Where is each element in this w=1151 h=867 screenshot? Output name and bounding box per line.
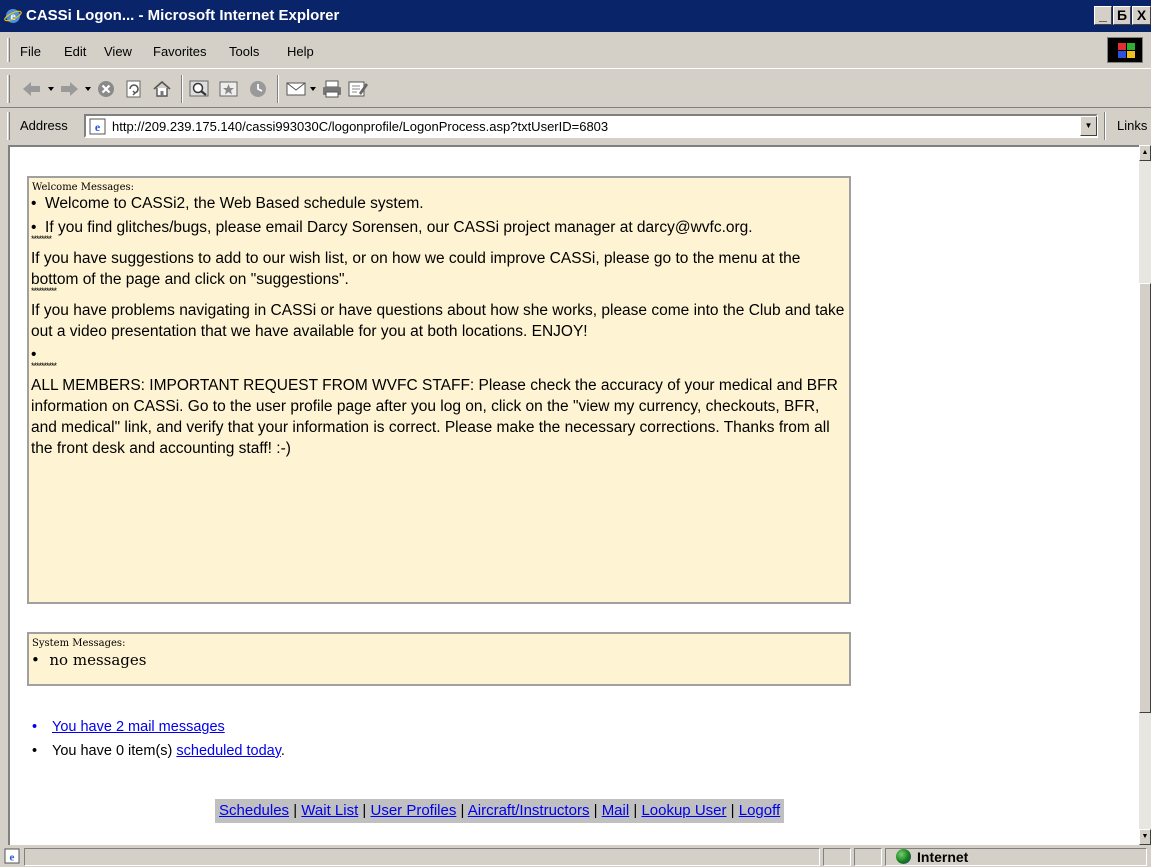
status-panel bbox=[823, 848, 851, 866]
page-icon: e bbox=[89, 118, 106, 135]
window-title: CASSi Logon... - Microsoft Internet Expl… bbox=[26, 7, 340, 24]
welcome-messages-box: Welcome Messages: • Welcome to CASSi2, t… bbox=[27, 176, 851, 604]
bullet-icon: • bbox=[32, 719, 38, 735]
status-panel bbox=[854, 848, 882, 866]
page-content: Welcome Messages: • Welcome to CASSi2, t… bbox=[8, 145, 1139, 845]
bullet-icon: • bbox=[31, 651, 50, 669]
refresh-icon bbox=[126, 80, 141, 98]
home-icon bbox=[153, 80, 171, 97]
favorites-icon bbox=[219, 81, 238, 97]
minimize-button[interactable]: _ bbox=[1094, 6, 1112, 25]
links-separator bbox=[1104, 112, 1106, 140]
welcome-messages-title: Welcome Messages: bbox=[32, 182, 134, 193]
forward-button[interactable] bbox=[58, 77, 94, 101]
svg-text:e: e bbox=[95, 120, 101, 134]
page-status-icon: e bbox=[4, 848, 20, 864]
security-zone: Internet bbox=[896, 849, 968, 865]
svg-text:e: e bbox=[10, 852, 15, 864]
welcome-line: • Welcome to CASSi2, the Web Based sched… bbox=[31, 195, 424, 212]
menu-favorites[interactable]: Favorites bbox=[153, 44, 206, 59]
welcome-line: • If you find glitches/bugs, please emai… bbox=[31, 219, 753, 236]
scrollbar-thumb[interactable] bbox=[1139, 283, 1151, 713]
list-item: • You have 0 item(s) scheduled today. bbox=[32, 739, 285, 763]
home-button[interactable] bbox=[152, 77, 172, 101]
chevron-down-icon: ▼ bbox=[1084, 121, 1093, 130]
nav-wait-list-link[interactable]: Wait List bbox=[301, 802, 358, 819]
nav-lookup-user-link[interactable]: Lookup User bbox=[641, 802, 726, 819]
title-bar: e CASSi Logon... - Microsoft Internet Ex… bbox=[0, 0, 1151, 32]
menu-bar: File Edit View Favorites Tools Help bbox=[0, 34, 1151, 66]
help-paragraph: If you have problems navigating in CASSi… bbox=[31, 302, 845, 340]
refresh-button[interactable] bbox=[124, 77, 144, 101]
links-button[interactable]: Links bbox=[1117, 118, 1147, 133]
edit-button[interactable] bbox=[347, 77, 369, 101]
address-url: http://209.239.175.140/cassi993030C/logo… bbox=[112, 119, 609, 134]
separator-stars: ********** bbox=[31, 361, 57, 371]
menu-edit[interactable]: Edit bbox=[64, 44, 86, 59]
nav-schedules-link[interactable]: Schedules bbox=[219, 802, 289, 819]
suggestions-paragraph: If you have suggestions to add to our wi… bbox=[31, 250, 801, 288]
arrow-up-icon: ▲ bbox=[1141, 149, 1149, 156]
system-message-line: • no messages bbox=[31, 651, 147, 669]
history-icon bbox=[250, 81, 266, 97]
address-field[interactable]: e http://209.239.175.140/cassi993030C/lo… bbox=[84, 114, 1098, 138]
menu-help[interactable]: Help bbox=[287, 44, 314, 59]
back-icon bbox=[23, 82, 54, 96]
back-button[interactable] bbox=[20, 77, 56, 101]
close-button[interactable]: X bbox=[1132, 6, 1151, 25]
edit-icon bbox=[348, 81, 368, 97]
staff-request-paragraph: ALL MEMBERS: IMPORTANT REQUEST FROM WVFC… bbox=[31, 377, 838, 457]
toolbar-grip bbox=[7, 75, 10, 103]
menu-view[interactable]: View bbox=[104, 44, 132, 59]
mail-messages-link[interactable]: You have 2 mail messages bbox=[52, 719, 225, 735]
stop-button[interactable] bbox=[96, 77, 116, 101]
bullet-icon: • bbox=[32, 743, 38, 759]
toolbar-separator bbox=[277, 75, 279, 103]
scheduled-today-link[interactable]: scheduled today bbox=[176, 743, 281, 759]
forward-icon bbox=[61, 82, 91, 96]
maximize-button[interactable]: Б bbox=[1113, 6, 1131, 25]
vertical-scrollbar[interactable]: ▲ ▼ bbox=[1139, 145, 1151, 845]
nav-mail-link[interactable]: Mail bbox=[602, 802, 630, 819]
mail-button[interactable] bbox=[285, 77, 319, 101]
bullet-icon: • bbox=[31, 195, 46, 212]
toolbar-separator bbox=[181, 75, 183, 103]
globe-icon bbox=[896, 849, 911, 864]
scroll-up-button[interactable]: ▲ bbox=[1139, 145, 1151, 161]
standard-toolbar bbox=[0, 68, 1151, 108]
scroll-down-button[interactable]: ▼ bbox=[1139, 829, 1151, 845]
list-item: • You have 2 mail messages bbox=[32, 715, 285, 739]
ie-logo-icon: e bbox=[4, 9, 22, 23]
bottom-nav-menu: Schedules | Wait List | User Profiles | … bbox=[215, 799, 785, 823]
status-bar: e Internet bbox=[0, 845, 1151, 867]
address-dropdown-button[interactable]: ▼ bbox=[1080, 116, 1097, 136]
print-button[interactable] bbox=[321, 77, 343, 101]
print-icon bbox=[323, 80, 341, 98]
search-button[interactable] bbox=[189, 77, 211, 101]
menu-grip bbox=[7, 38, 10, 62]
address-label: Address bbox=[20, 118, 68, 133]
system-messages-box: System Messages: • no messages bbox=[27, 632, 851, 686]
nav-aircraft-instructors-link[interactable]: Aircraft/Instructors bbox=[468, 802, 590, 819]
search-icon bbox=[189, 80, 209, 97]
menu-tools[interactable]: Tools bbox=[229, 44, 259, 59]
mail-icon bbox=[286, 82, 316, 96]
nav-user-profiles-link[interactable]: User Profiles bbox=[370, 802, 456, 819]
system-messages-title: System Messages: bbox=[32, 638, 126, 649]
address-bar: Address e http://209.239.175.140/cassi99… bbox=[0, 108, 1151, 144]
menu-file[interactable]: File bbox=[20, 44, 41, 59]
svg-text:e: e bbox=[10, 9, 16, 23]
windows-logo-icon bbox=[1107, 37, 1143, 63]
status-text-panel bbox=[24, 848, 820, 866]
history-button[interactable] bbox=[247, 77, 269, 101]
stop-icon bbox=[98, 81, 114, 97]
notice-list: • You have 2 mail messages • You have 0 it… bbox=[32, 715, 285, 763]
arrow-down-icon: ▼ bbox=[1141, 833, 1149, 840]
nav-logoff-link[interactable]: Logoff bbox=[739, 802, 780, 819]
favorites-button[interactable] bbox=[218, 77, 240, 101]
address-grip bbox=[7, 112, 10, 140]
